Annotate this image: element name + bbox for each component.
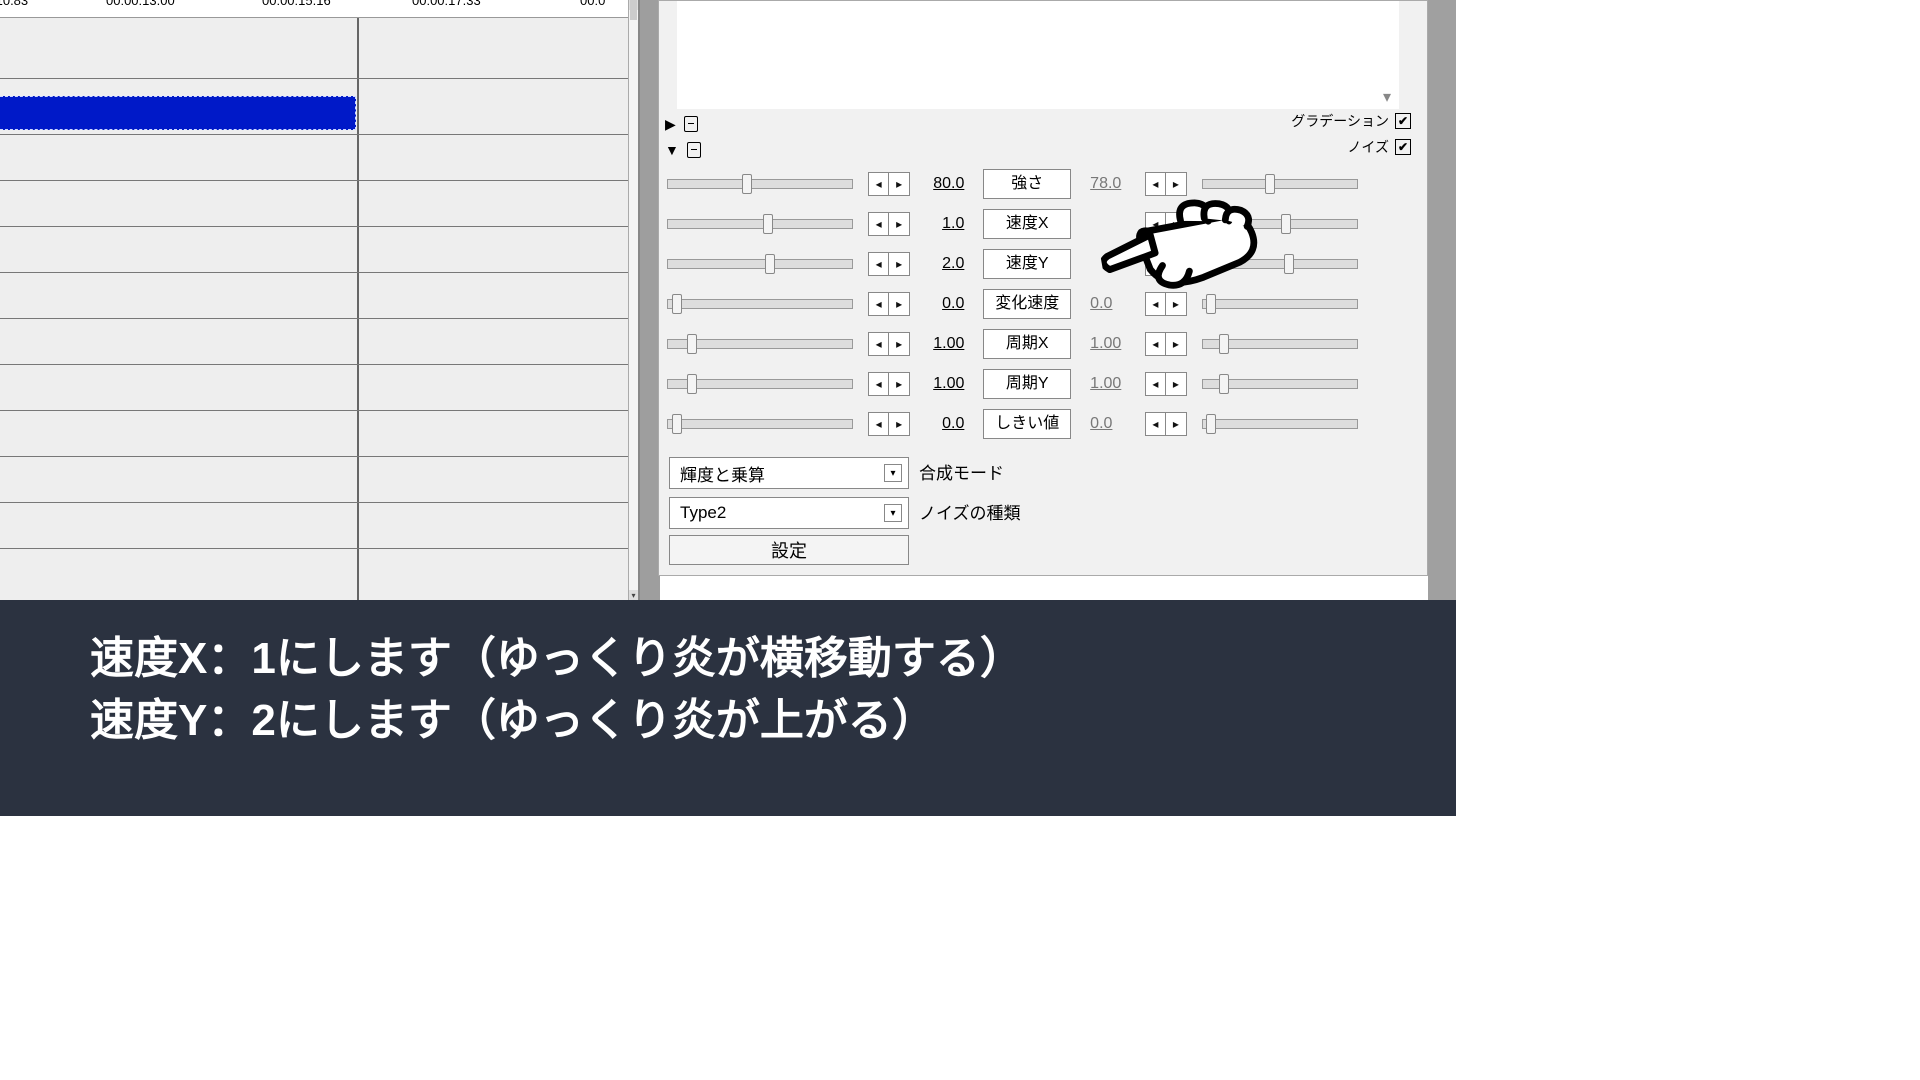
param-value-right[interactable]: 1.00 xyxy=(1090,375,1140,393)
param-stepper-left[interactable]: ◂▸ xyxy=(868,172,910,196)
chevron-right-icon[interactable]: ▸ xyxy=(889,333,909,355)
blend-mode-select[interactable]: 輝度と乗算 ▾ xyxy=(669,457,909,489)
caption-line2: 速度Y：2にします（ゆっくり炎が上がる） xyxy=(90,690,1396,752)
chevron-left-icon[interactable]: ◂ xyxy=(869,253,890,275)
chevron-right-icon[interactable]: ▸ xyxy=(1166,413,1186,435)
caption-line1: 速度X：1にします（ゆっくり炎が横移動する） xyxy=(90,628,1396,690)
chevron-left-icon[interactable]: ◂ xyxy=(869,373,890,395)
select-label: 合成モード xyxy=(919,459,1004,484)
param-stepper-right[interactable]: ◂▸ xyxy=(1145,332,1187,356)
param-slider-left[interactable] xyxy=(667,379,853,389)
param-value-right[interactable]: 1.00 xyxy=(1090,335,1140,353)
param-value-right[interactable]: 78.0 xyxy=(1090,175,1140,193)
settings-button[interactable]: 設定 xyxy=(669,535,909,565)
chevron-left-icon[interactable]: ◂ xyxy=(1146,373,1167,395)
chevron-down-icon: ▼ xyxy=(665,142,679,158)
panel-gap xyxy=(640,0,660,600)
param-label-button[interactable]: しきい値 xyxy=(983,409,1071,439)
effect-noise-toggle[interactable]: ▼ ノイズ ✔ xyxy=(661,137,1419,163)
chevron-left-icon[interactable]: ◂ xyxy=(869,213,890,235)
chevron-right-icon: ▶ xyxy=(665,116,676,133)
chevron-right-icon[interactable]: ▸ xyxy=(889,373,909,395)
select-value: Type2 xyxy=(680,503,726,523)
chevron-left-icon[interactable]: ◂ xyxy=(869,293,890,315)
select-label: ノイズの種類 xyxy=(919,499,1021,524)
noise-type-select[interactable]: Type2 ▾ xyxy=(669,497,909,529)
chevron-right-icon[interactable]: ▸ xyxy=(889,173,909,195)
chevron-right-icon[interactable]: ▸ xyxy=(889,293,909,315)
time-ruler[interactable]: :10.83 00:00:13.00 00:00:15.16 00:00:17.… xyxy=(0,0,628,18)
parameter-panel: ▾ ▶ グラデーション ✔ ▼ ノイズ ✔ ◂▸ 80.0 強さ 78.0 ◂▸ xyxy=(658,0,1428,576)
param-value-left[interactable]: 80.0 xyxy=(914,175,964,193)
param-value-left[interactable]: 0.0 xyxy=(914,415,964,433)
param-stepper-left[interactable]: ◂▸ xyxy=(868,292,910,316)
chevron-left-icon[interactable]: ◂ xyxy=(869,413,890,435)
param-label-button[interactable]: 強さ xyxy=(983,169,1071,199)
chevron-left-icon[interactable]: ◂ xyxy=(869,333,890,355)
param-stepper-left[interactable]: ◂▸ xyxy=(868,372,910,396)
ruler-tick: 00:00:15.16 xyxy=(262,0,331,8)
param-slider-left[interactable] xyxy=(667,419,853,429)
chevron-left-icon[interactable]: ◂ xyxy=(1146,413,1167,435)
param-slider-right[interactable] xyxy=(1202,419,1358,429)
preview-area xyxy=(677,1,1399,109)
chevron-right-icon[interactable]: ▸ xyxy=(1166,333,1186,355)
scroll-thumb[interactable] xyxy=(630,0,637,20)
chevron-left-icon[interactable]: ◂ xyxy=(869,173,890,195)
chevron-down-icon: ▾ xyxy=(884,464,902,482)
param-label-button[interactable]: 速度Y xyxy=(983,249,1071,279)
param-value-left[interactable]: 1.00 xyxy=(914,335,964,353)
timeline-panel: :10.83 00:00:13.00 00:00:15.16 00:00:17.… xyxy=(0,0,640,600)
param-stepper-right[interactable]: ◂▸ xyxy=(1145,372,1187,396)
param-stepper-left[interactable]: ◂▸ xyxy=(868,252,910,276)
param-slider-right[interactable] xyxy=(1202,339,1358,349)
ruler-tick: 00:00:13.00 xyxy=(106,0,175,8)
playhead[interactable] xyxy=(357,18,359,600)
chevron-right-icon[interactable]: ▸ xyxy=(889,253,909,275)
param-slider-left[interactable] xyxy=(667,259,853,269)
chevron-right-icon[interactable]: ▸ xyxy=(1166,373,1186,395)
param-stepper-left[interactable]: ◂▸ xyxy=(868,332,910,356)
tutorial-caption: 速度X：1にします（ゆっくり炎が横移動する） 速度Y：2にします（ゆっくり炎が上… xyxy=(0,600,1456,816)
effect-checkbox[interactable]: ✔ xyxy=(1395,113,1411,129)
param-slider-right[interactable] xyxy=(1202,299,1358,309)
effect-name-label: ノイズ xyxy=(1347,137,1389,157)
param-value-right[interactable]: 0.0 xyxy=(1090,415,1140,433)
effect-name-label: グラデーション xyxy=(1291,111,1389,131)
param-value-left[interactable]: 1.00 xyxy=(914,375,964,393)
chevron-down-icon: ▾ xyxy=(884,504,902,522)
param-value-left[interactable]: 0.0 xyxy=(914,295,964,313)
ruler-tick: 00:00:17.33 xyxy=(412,0,481,8)
param-label-button[interactable]: 周期Y xyxy=(983,369,1071,399)
track-area[interactable] xyxy=(0,18,628,600)
param-slider-left[interactable] xyxy=(667,339,853,349)
param-slider-right[interactable] xyxy=(1202,379,1358,389)
chevron-right-icon[interactable]: ▸ xyxy=(889,413,909,435)
effect-checkbox[interactable]: ✔ xyxy=(1395,139,1411,155)
scroll-down-icon[interactable]: ▾ xyxy=(629,590,638,600)
chevron-down-icon[interactable]: ▾ xyxy=(1383,87,1399,103)
param-label-button[interactable]: 速度X xyxy=(983,209,1071,239)
zoom-icon xyxy=(684,116,698,132)
select-value: 輝度と乗算 xyxy=(680,461,765,486)
param-slider-left[interactable] xyxy=(667,299,853,309)
ruler-tick: :10.83 xyxy=(0,0,28,8)
param-stepper-left[interactable]: ◂▸ xyxy=(868,412,910,436)
param-stepper-left[interactable]: ◂▸ xyxy=(868,212,910,236)
param-stepper-right[interactable]: ◂▸ xyxy=(1145,412,1187,436)
chevron-right-icon[interactable]: ▸ xyxy=(889,213,909,235)
param-slider-left[interactable] xyxy=(667,219,853,229)
effect-gradient-toggle[interactable]: ▶ グラデーション ✔ xyxy=(661,111,1419,137)
param-label-button[interactable]: 変化速度 xyxy=(983,289,1071,319)
param-slider-left[interactable] xyxy=(667,179,853,189)
timeline-vscroll[interactable]: ▴ ▾ xyxy=(628,0,638,600)
timeline-clip[interactable] xyxy=(0,96,356,130)
right-gray-strip xyxy=(1428,0,1456,600)
ruler-tick: 00:0 xyxy=(580,0,605,8)
param-value-left[interactable]: 2.0 xyxy=(914,255,964,273)
param-value-left[interactable]: 1.0 xyxy=(914,215,964,233)
chevron-left-icon[interactable]: ◂ xyxy=(1146,333,1167,355)
zoom-icon xyxy=(687,142,701,158)
param-label-button[interactable]: 周期X xyxy=(983,329,1071,359)
